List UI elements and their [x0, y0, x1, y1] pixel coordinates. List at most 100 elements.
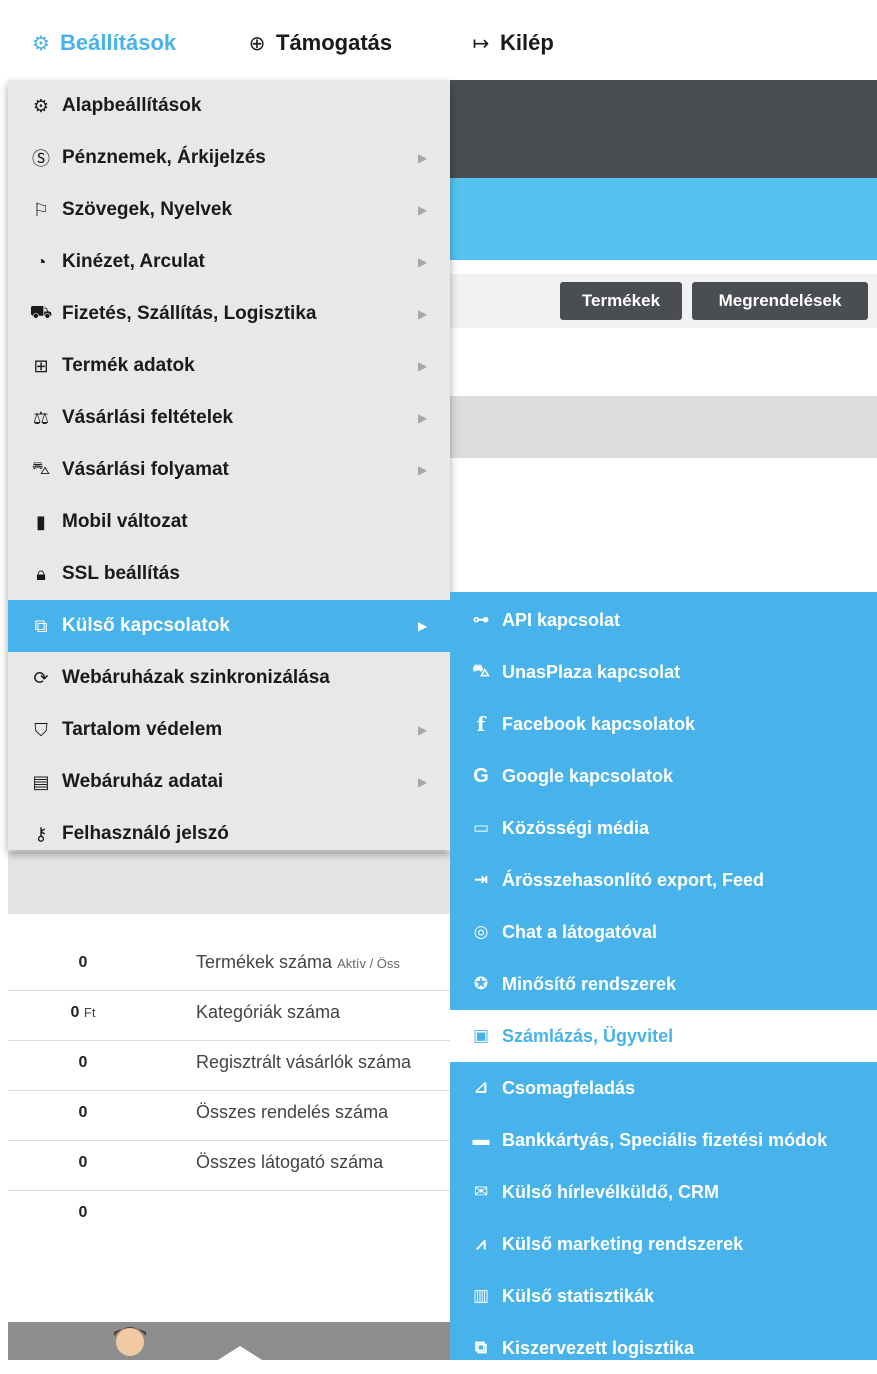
- submenu-item-api[interactable]: ⊶ API kapcsolat: [450, 594, 877, 646]
- envelope-icon: ✉: [473, 1182, 489, 1201]
- stats-header: [8, 852, 450, 914]
- facebook-icon: f: [476, 712, 486, 736]
- caret-right-icon: ▶: [418, 151, 428, 165]
- sign-out-icon: ↦: [472, 32, 490, 55]
- submenu-item-marketing-systems[interactable]: ⩘ Külső marketing rendszerek: [450, 1218, 877, 1270]
- menu-item-ssl[interactable]: 🔒︎ SSL beállítás: [8, 548, 450, 600]
- submenu-item-rating-systems[interactable]: ✪ Minősítő rendszerek: [450, 958, 877, 1010]
- submenu-item-price-comparison[interactable]: ⇥ Árösszehasonlító export, Feed: [450, 854, 877, 906]
- submenu-item-label: Facebook kapcsolatok: [502, 713, 696, 734]
- submenu-item-statistics[interactable]: ▥ Külső statisztikák: [450, 1270, 877, 1322]
- stat-value: 0: [78, 1104, 88, 1121]
- submenu-item-visitor-chat[interactable]: ◎ Chat a látogatóval: [450, 906, 877, 958]
- flag-icon: ⚐: [32, 199, 50, 220]
- products-button[interactable]: Termékek: [560, 282, 682, 320]
- submenu-item-label: API kapcsolat: [502, 609, 621, 630]
- menu-item-mobile-version[interactable]: ▮ Mobil változat: [8, 496, 450, 548]
- table-row: 0 Összes látogató száma: [8, 1140, 450, 1191]
- menu-item-product-data[interactable]: ⊞ Termék adatok ▶: [8, 340, 450, 392]
- caret-right-icon: ▶: [418, 619, 428, 633]
- caret-right-icon: ▶: [418, 775, 428, 789]
- caret-right-icon: ▶: [418, 255, 428, 269]
- menu-item-label: Alapbeállítások: [62, 95, 202, 116]
- submenu-item-unasplaza[interactable]: ⛍ UnasPlaza kapcsolat: [450, 646, 877, 698]
- nav-logout[interactable]: ↦ Kilép: [470, 30, 554, 56]
- submenu-item-label: Minősítő rendszerek: [502, 973, 677, 994]
- currency-icon: Ⓢ: [32, 149, 50, 169]
- cart-icon: ⛍: [31, 458, 51, 478]
- external-connections-submenu: ⊶ API kapcsolat ⛍ UnasPlaza kapcsolat f …: [450, 592, 877, 1360]
- menu-item-payment-shipping[interactable]: ⛟ Fizetés, Szállítás, Logisztika ▶: [8, 288, 450, 340]
- menu-item-label: Mobil változat: [62, 511, 188, 532]
- stat-value: 0: [78, 1054, 88, 1071]
- menu-item-label: Fizetés, Szállítás, Logisztika: [62, 303, 317, 324]
- submenu-item-label: Számlázás, Ügyvitel: [502, 1025, 674, 1046]
- menu-item-label: Webáruházak szinkronizálása: [62, 667, 330, 688]
- menu-item-basic-settings[interactable]: ⚙ Alapbeállítások: [8, 80, 450, 132]
- settings-dropdown: ⚙ Alapbeállítások Ⓢ Pénznemek, Árkijelzé…: [8, 80, 450, 850]
- submenu-item-google[interactable]: G Google kapcsolatok: [450, 750, 877, 802]
- invoice-icon: ▣: [472, 1026, 490, 1045]
- menu-item-purchase-terms[interactable]: ⚖ Vásárlási feltételek ▶: [8, 392, 450, 444]
- table-row: 0 Termékek száma Aktív / Öss: [8, 940, 450, 991]
- table-row: 0: [8, 1190, 450, 1240]
- header-bar: [450, 80, 877, 178]
- promo-banner: [8, 1322, 450, 1360]
- menu-item-label: Vásárlási feltételek: [62, 407, 234, 428]
- key-icon: ⚷: [34, 823, 48, 844]
- caret-right-icon: ▶: [418, 203, 428, 217]
- submenu-item-label: Kiszervezett logisztika: [502, 1337, 695, 1358]
- submenu-item-label: Közösségi média: [502, 817, 650, 838]
- menu-item-label: Szövegek, Nyelvek: [62, 199, 233, 220]
- cart-icon: ⛍: [472, 661, 490, 680]
- menu-item-label: Webáruház adatai: [62, 771, 224, 792]
- submenu-item-label: Külső marketing rendszerek: [502, 1233, 744, 1254]
- submenu-item-newsletter-crm[interactable]: ✉ Külső hírlevélküldő, CRM: [450, 1166, 877, 1218]
- sitemap-icon: ⊶: [472, 610, 490, 629]
- lock-icon: 🔒︎: [36, 563, 46, 584]
- title-banner: [450, 178, 877, 260]
- stat-label: Kategóriák száma: [196, 1002, 341, 1022]
- orders-button[interactable]: Megrendelések: [692, 282, 868, 320]
- submenu-item-facebook[interactable]: f Facebook kapcsolatok: [450, 698, 877, 750]
- nav-support-label: Támogatás: [276, 30, 393, 55]
- submenu-item-parcel-dispatch[interactable]: ⊿ Csomagfeladás: [450, 1062, 877, 1114]
- gavel-icon: ⚖: [32, 407, 50, 428]
- submenu-item-card-payments[interactable]: ▬ Bankkártyás, Speciális fizetési módok: [450, 1114, 877, 1166]
- menu-item-purchase-process[interactable]: ⛍ Vásárlási folyamat ▶: [8, 444, 450, 496]
- submenu-item-social-media[interactable]: ▭ Közösségi média: [450, 802, 877, 854]
- submenu-item-label: Chat a látogatóval: [502, 921, 658, 942]
- caret-right-icon: ▶: [418, 463, 428, 477]
- nav-support[interactable]: ⊕ Támogatás: [246, 30, 393, 56]
- menu-item-shop-data[interactable]: ▤ Webáruház adatai ▶: [8, 756, 450, 808]
- mobile-icon: ▮: [36, 511, 46, 532]
- nav-settings[interactable]: ⚙ Beállítások: [30, 30, 176, 56]
- external-link-icon: ⧉: [474, 1338, 488, 1357]
- menu-item-external-connections[interactable]: ⧉ Külső kapcsolatok ▶: [8, 600, 450, 652]
- submenu-item-invoicing[interactable]: ▣ Számlázás, Ügyvitel: [450, 1010, 877, 1062]
- menu-item-user-password[interactable]: ⚷ Felhasználó jelszó: [8, 808, 450, 860]
- stat-label: Regisztrált vásárlók száma: [196, 1052, 412, 1072]
- menu-item-shop-sync[interactable]: ⟳ Webáruházak szinkronizálása: [8, 652, 450, 704]
- submenu-item-label: Bankkártyás, Speciális fizetési módok: [502, 1129, 828, 1150]
- menu-item-texts-languages[interactable]: ⚐ Szövegek, Nyelvek ▶: [8, 184, 450, 236]
- submenu-item-label: Külső hírlevélküldő, CRM: [502, 1181, 720, 1202]
- caret-right-icon: ▶: [418, 411, 428, 425]
- menu-item-appearance[interactable]: ◔ Kinézet, Arculat ▶: [8, 236, 450, 288]
- submenu-item-outsourced-logistics[interactable]: ⧉ Kiszervezett logisztika: [450, 1322, 877, 1374]
- stat-value: 0 Ft: [70, 1004, 96, 1021]
- menu-item-label: Külső kapcsolatok: [62, 615, 230, 636]
- stat-value: 0: [78, 1204, 88, 1221]
- table-row: 0 Összes rendelés száma: [8, 1090, 450, 1141]
- stat-label: Összes rendelés száma: [196, 1102, 389, 1122]
- line-chart-icon: ⩘: [476, 1234, 486, 1253]
- truck-icon: ⛟: [29, 302, 53, 322]
- menu-item-content-protection[interactable]: ⛉ Tartalom védelem ▶: [8, 704, 450, 756]
- submenu-item-label: Árösszehasonlító export, Feed: [502, 869, 765, 890]
- nav-settings-label: Beállítások: [60, 30, 177, 55]
- stat-label: Termékek száma Aktív / Öss: [196, 952, 400, 972]
- external-link-icon: ⧉: [34, 615, 48, 636]
- lifebuoy-icon: ⊕: [248, 32, 266, 55]
- top-navigation: ⚙ Beállítások ⊕ Támogatás ↦ Kilép: [0, 0, 877, 80]
- menu-item-currencies[interactable]: Ⓢ Pénznemek, Árkijelzés ▶: [8, 132, 450, 184]
